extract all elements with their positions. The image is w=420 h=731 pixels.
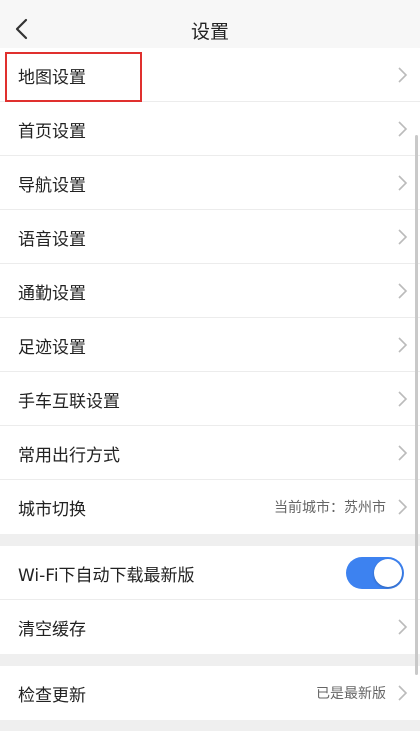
row-label: 常用出行方式 — [18, 446, 120, 466]
chevron-right-icon — [398, 685, 408, 701]
chevron-right-icon — [398, 391, 408, 407]
row-travel-mode[interactable]: 常用出行方式 — [0, 426, 420, 480]
chevron-right-icon — [398, 283, 408, 299]
wifi-download-toggle[interactable] — [346, 557, 404, 589]
current-city-value: 当前城市：苏州市 — [274, 500, 386, 516]
row-wifi-auto-download: Wi-Fi下自动下载最新版 — [0, 546, 420, 600]
chevron-right-icon — [398, 67, 408, 83]
row-label: 手车互联设置 — [18, 392, 120, 412]
row-label: 语音设置 — [18, 230, 86, 250]
settings-group-main: 地图设置 首页设置 导航设置 语音设置 通勤设置 足迹设置 手车互联设置 常用出… — [0, 48, 420, 534]
update-status-value: 已是最新版 — [316, 686, 386, 702]
chevron-right-icon — [398, 175, 408, 191]
row-home-settings[interactable]: 首页设置 — [0, 102, 420, 156]
page-title: 设置 — [190, 21, 229, 43]
row-voice-settings[interactable]: 语音设置 — [0, 210, 420, 264]
row-footprint-settings[interactable]: 足迹设置 — [0, 318, 420, 372]
row-label: 城市切换 — [18, 500, 86, 520]
row-label: Wi-Fi下自动下载最新版 — [18, 566, 195, 586]
settings-group-download: Wi-Fi下自动下载最新版 清空缓存 — [0, 546, 420, 654]
settings-group-update: 检查更新 已是最新版 — [0, 666, 420, 720]
row-phone-car-settings[interactable]: 手车互联设置 — [0, 372, 420, 426]
row-label: 检查更新 — [18, 686, 86, 706]
chevron-right-icon — [398, 499, 408, 515]
chevron-right-icon — [398, 337, 408, 353]
row-label: 足迹设置 — [18, 338, 86, 358]
chevron-right-icon — [398, 229, 408, 245]
row-commute-settings[interactable]: 通勤设置 — [0, 264, 420, 318]
row-check-update[interactable]: 检查更新 已是最新版 — [0, 666, 420, 720]
row-navigation-settings[interactable]: 导航设置 — [0, 156, 420, 210]
chevron-right-icon — [398, 121, 408, 137]
toggle-knob — [374, 559, 402, 587]
row-label: 导航设置 — [18, 176, 86, 196]
row-label: 清空缓存 — [18, 620, 86, 640]
scrollbar[interactable] — [415, 135, 418, 675]
chevron-right-icon — [398, 445, 408, 461]
row-label: 首页设置 — [18, 122, 86, 142]
highlight-box — [5, 52, 142, 102]
row-city-switch[interactable]: 城市切换 当前城市：苏州市 — [0, 480, 420, 534]
row-clear-cache[interactable]: 清空缓存 — [0, 600, 420, 654]
chevron-right-icon — [398, 619, 408, 635]
row-label: 通勤设置 — [18, 284, 86, 304]
